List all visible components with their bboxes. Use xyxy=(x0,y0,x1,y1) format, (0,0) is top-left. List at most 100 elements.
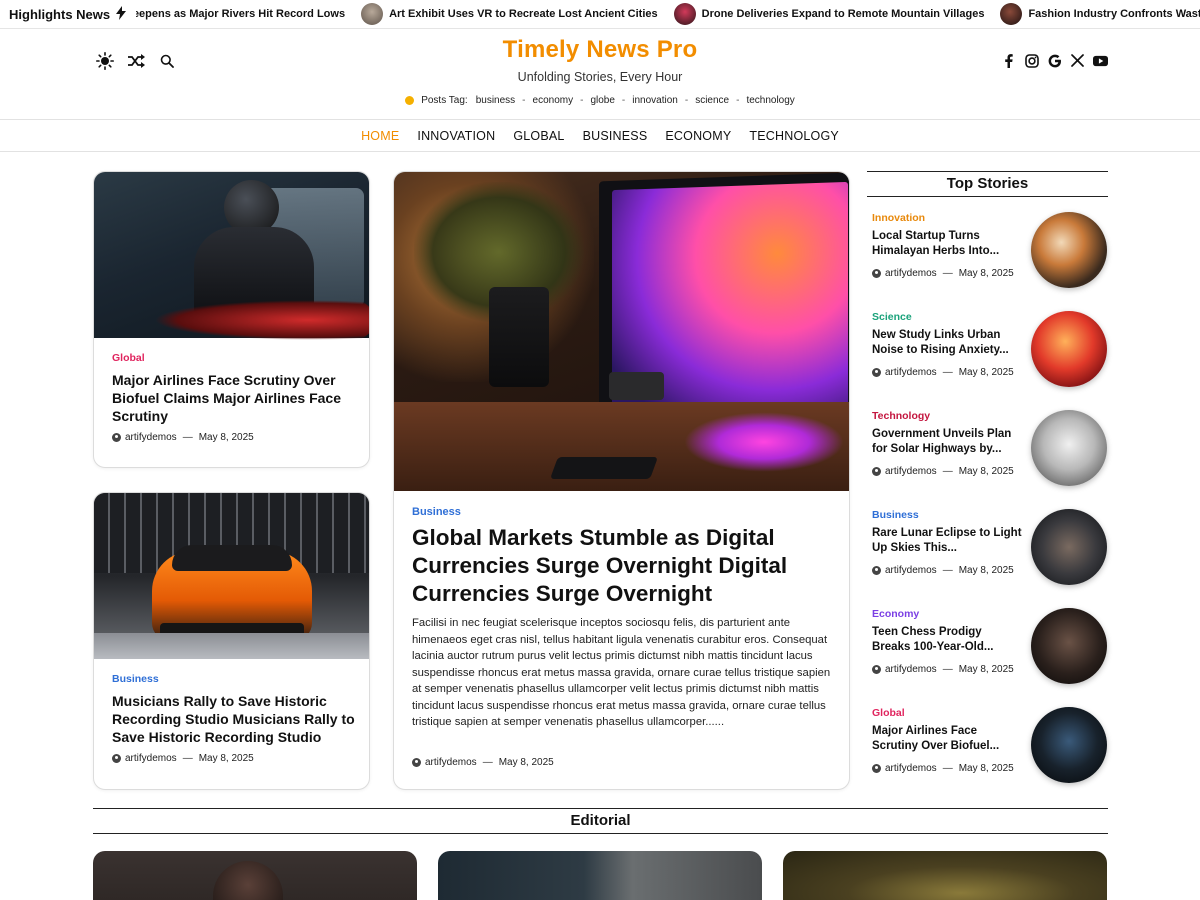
post-meta: artifydemos — May 8, 2025 xyxy=(112,432,254,443)
editorial-heading: Editorial xyxy=(93,808,1108,834)
nav-item-economy[interactable]: ECONOMY xyxy=(665,129,731,143)
nav-item-business[interactable]: BUSINESS xyxy=(583,129,648,143)
post-author[interactable]: artifydemos xyxy=(125,753,177,764)
ticker-item[interactable]: Deepens as Major Rivers Hit Record Lows xyxy=(125,8,345,20)
editorial-card-image[interactable] xyxy=(783,851,1107,900)
user-icon xyxy=(112,754,121,763)
story-title[interactable]: Government Unveils Plan for Solar Highwa… xyxy=(872,427,1022,457)
story-thumbnail[interactable] xyxy=(1031,509,1107,585)
top-story-item[interactable]: Technology Government Unveils Plan for So… xyxy=(867,410,1108,490)
ticker-item[interactable]: Fashion Industry Confronts Waste Crisis xyxy=(1000,3,1200,25)
story-thumbnail[interactable] xyxy=(1031,212,1107,288)
tag-link[interactable]: innovation xyxy=(632,95,678,106)
tag-link[interactable]: business xyxy=(476,95,515,106)
meta-separator: — xyxy=(942,466,953,477)
post-author[interactable]: artifydemos xyxy=(425,757,477,768)
post-image[interactable] xyxy=(94,493,369,659)
story-thumbnail[interactable] xyxy=(1031,608,1107,684)
story-category[interactable]: Global xyxy=(872,707,905,719)
post-title[interactable]: Musicians Rally to Save Historic Recordi… xyxy=(112,692,357,746)
tag-link[interactable]: globe xyxy=(590,95,614,106)
story-author[interactable]: artifydemos xyxy=(885,763,937,774)
x-icon[interactable] xyxy=(1070,53,1085,68)
editorial-card-image[interactable] xyxy=(438,851,762,900)
story-thumbnail[interactable] xyxy=(1031,707,1107,783)
post-date[interactable]: May 8, 2025 xyxy=(499,757,554,768)
story-author[interactable]: artifydemos xyxy=(885,466,937,477)
story-date[interactable]: May 8, 2025 xyxy=(959,565,1014,576)
post-category[interactable]: Business xyxy=(112,673,159,685)
tag-link[interactable]: science xyxy=(695,95,729,106)
post-title[interactable]: Major Airlines Face Scrutiny Over Biofue… xyxy=(112,371,357,425)
top-story-item[interactable]: Innovation Local Startup Turns Himalayan … xyxy=(867,212,1108,292)
tag-separator: - xyxy=(621,95,626,106)
story-title[interactable]: New Study Links Urban Noise to Rising An… xyxy=(872,328,1022,358)
story-thumbnail[interactable] xyxy=(1031,410,1107,486)
ticker-item-title: Deepens as Major Rivers Hit Record Lows xyxy=(125,8,346,20)
post-date[interactable]: May 8, 2025 xyxy=(199,753,254,764)
top-stories-heading: Top Stories xyxy=(867,171,1108,197)
user-icon xyxy=(412,758,421,767)
meta-separator: — xyxy=(182,753,193,764)
instagram-icon[interactable] xyxy=(1024,53,1039,68)
editorial-card-image[interactable] xyxy=(93,851,417,900)
story-category[interactable]: Business xyxy=(872,509,919,521)
story-title[interactable]: Local Startup Turns Himalayan Herbs Into… xyxy=(872,229,1022,259)
story-date[interactable]: May 8, 2025 xyxy=(959,664,1014,675)
post-date[interactable]: May 8, 2025 xyxy=(199,432,254,443)
story-author[interactable]: artifydemos xyxy=(885,664,937,675)
story-category[interactable]: Economy xyxy=(872,608,919,620)
ticker-item[interactable]: Drone Deliveries Expand to Remote Mounta… xyxy=(673,3,984,25)
story-category[interactable]: Science xyxy=(872,311,912,323)
story-date[interactable]: May 8, 2025 xyxy=(959,268,1014,279)
story-date[interactable]: May 8, 2025 xyxy=(959,367,1014,378)
featured-title[interactable]: Global Markets Stumble as Digital Curren… xyxy=(412,524,832,608)
story-title[interactable]: Major Airlines Face Scrutiny Over Biofue… xyxy=(872,724,1022,754)
facebook-icon[interactable] xyxy=(1001,53,1016,68)
nav-item-innovation[interactable]: INNOVATION xyxy=(417,129,495,143)
top-story-item[interactable]: Global Major Airlines Face Scrutiny Over … xyxy=(867,707,1108,787)
nav-item-technology[interactable]: TECHNOLOGY xyxy=(749,129,839,143)
ticker-item[interactable]: Art Exhibit Uses VR to Recreate Lost Anc… xyxy=(361,3,658,25)
story-category[interactable]: Innovation xyxy=(872,212,925,224)
youtube-icon[interactable] xyxy=(1093,53,1108,68)
story-title[interactable]: Rare Lunar Eclipse to Light Up Skies Thi… xyxy=(872,526,1022,556)
meta-separator: — xyxy=(942,565,953,576)
nav-item-home[interactable]: HOME xyxy=(361,129,399,143)
story-meta: artifydemos — May 8, 2025 xyxy=(872,367,1014,378)
nav-item-global[interactable]: GLOBAL xyxy=(513,129,564,143)
top-story-item[interactable]: Economy Teen Chess Prodigy Breaks 100-Yea… xyxy=(867,608,1108,688)
google-icon[interactable] xyxy=(1047,53,1062,68)
user-icon xyxy=(872,467,881,476)
story-author[interactable]: artifydemos xyxy=(885,268,937,279)
user-icon xyxy=(872,566,881,575)
story-meta: artifydemos — May 8, 2025 xyxy=(872,268,1014,279)
story-thumbnail[interactable] xyxy=(1031,311,1107,387)
story-date[interactable]: May 8, 2025 xyxy=(959,466,1014,477)
post-category[interactable]: Global xyxy=(112,352,145,364)
meta-separator: — xyxy=(942,664,953,675)
user-icon xyxy=(112,433,121,442)
meta-separator: — xyxy=(182,432,193,443)
site-tagline: Unfolding Stories, Every Hour xyxy=(517,70,683,84)
featured-category[interactable]: Business xyxy=(412,506,461,518)
tag-link[interactable]: technology xyxy=(746,95,794,106)
post-author[interactable]: artifydemos xyxy=(125,432,177,443)
posts-tag-row: Posts Tag: business - economy - globe - … xyxy=(0,95,1200,106)
post-card-business[interactable]: Business Musicians Rally to Save Histori… xyxy=(93,492,370,790)
story-title[interactable]: Teen Chess Prodigy Breaks 100-Year-Old..… xyxy=(872,625,1022,655)
top-story-item[interactable]: Business Rare Lunar Eclipse to Light Up S… xyxy=(867,509,1108,589)
story-category[interactable]: Technology xyxy=(872,410,930,422)
post-image[interactable] xyxy=(94,172,369,340)
meta-separator: — xyxy=(942,367,953,378)
post-card-global[interactable]: Global Major Airlines Face Scrutiny Over… xyxy=(93,171,370,468)
ticker-thumb xyxy=(1000,3,1023,25)
story-author[interactable]: artifydemos xyxy=(885,367,937,378)
story-date[interactable]: May 8, 2025 xyxy=(959,763,1014,774)
story-author[interactable]: artifydemos xyxy=(885,565,937,576)
featured-excerpt: Facilisi in nec feugiat scelerisque ince… xyxy=(412,617,831,728)
featured-image[interactable] xyxy=(394,172,849,491)
featured-post-card[interactable]: Business Global Markets Stumble as Digit… xyxy=(393,171,850,790)
top-story-item[interactable]: Science New Study Links Urban Noise to Ri… xyxy=(867,311,1108,391)
tag-link[interactable]: economy xyxy=(533,95,574,106)
